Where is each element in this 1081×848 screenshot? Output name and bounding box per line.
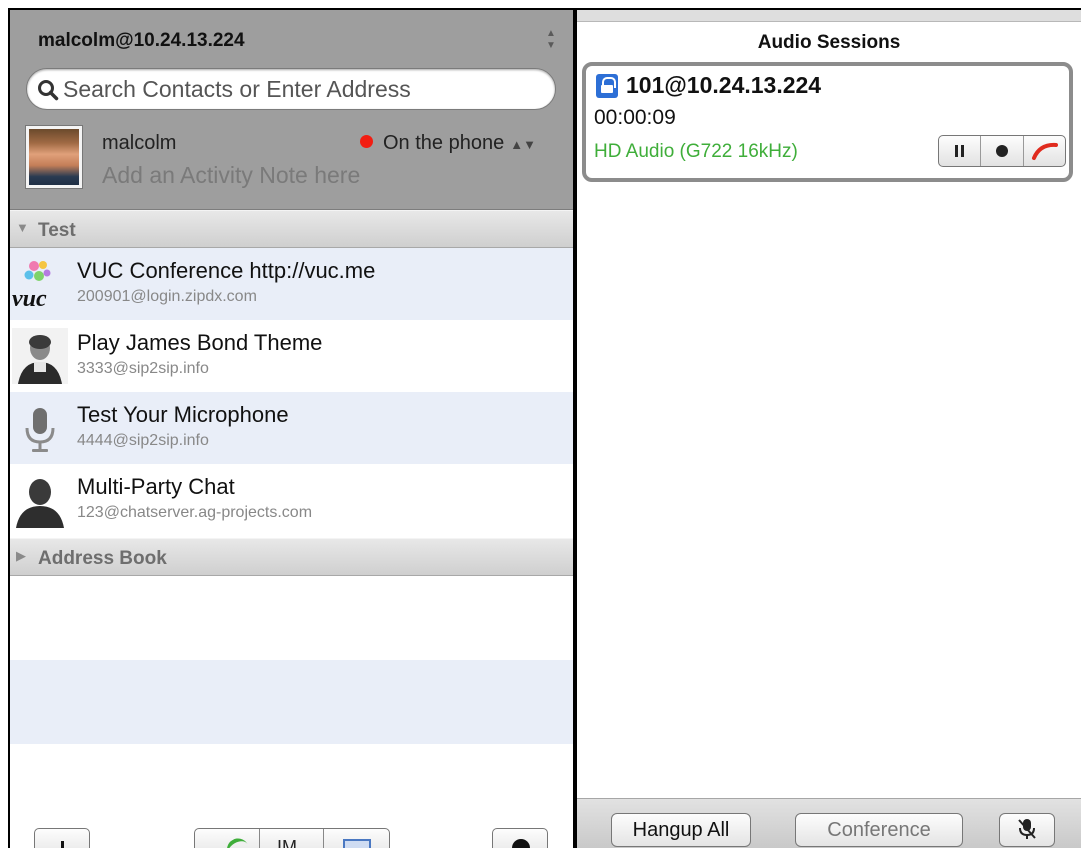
im-button-label[interactable]: IM <box>277 837 297 848</box>
contact-name: Play James Bond Theme <box>77 330 323 355</box>
presence-label: On the phone <box>383 132 505 154</box>
contact-row[interactable]: vuc VUC Conference http://vuc.me 200901@… <box>10 248 573 320</box>
my-username: malcolm <box>102 132 177 154</box>
contact-name: VUC Conference http://vuc.me <box>77 258 376 283</box>
person-photo-icon <box>12 328 68 384</box>
contact-row[interactable]: Multi-Party Chat 123@chatserver.ag-proje… <box>10 464 573 536</box>
avatar[interactable] <box>26 126 82 188</box>
segment-divider <box>259 829 260 848</box>
contact-row[interactable]: Test Your Microphone 4444@sip2sip.info <box>10 392 573 464</box>
session-address: 101@10.24.13.224 <box>626 72 822 98</box>
pane-top-edge <box>577 10 1081 22</box>
contact-address: 123@chatserver.ag-projects.com <box>77 504 313 521</box>
microphone-mute-icon <box>1018 819 1036 839</box>
contact-row[interactable]: Play James Bond Theme 3333@sip2sip.info <box>10 320 573 392</box>
empty-row <box>10 576 573 660</box>
contact-info-button[interactable] <box>492 828 548 848</box>
svg-text:vuc: vuc <box>12 286 47 312</box>
session-controls <box>938 135 1066 167</box>
empty-row <box>10 660 573 744</box>
search-field[interactable] <box>26 68 556 110</box>
lock-icon <box>596 74 618 98</box>
audio-sessions-pane: Audio Sessions 101@10.24.13.224 00:00:09… <box>577 10 1081 848</box>
person-silhouette-icon <box>16 479 64 528</box>
group-header-address-book[interactable]: ▶ Address Book <box>10 538 573 576</box>
conference-button[interactable]: Conference <box>795 813 963 847</box>
person-icon <box>512 839 530 848</box>
contact-actions-segmented[interactable]: IM <box>194 828 390 848</box>
add-contact-button[interactable] <box>34 828 90 848</box>
vuc-logo-icon: vuc <box>12 261 51 312</box>
contact-address: 200901@login.zipdx.com <box>77 288 257 305</box>
sessions-toolbar: Hangup All Conference <box>577 798 1081 848</box>
disclosure-expanded-icon[interactable]: ▼ <box>16 220 29 235</box>
account-stepper-icon[interactable]: ▲ ▼ <box>544 28 558 56</box>
account-selector[interactable]: malcolm@10.24.13.224 <box>38 30 245 52</box>
hangup-all-button[interactable]: Hangup All <box>611 813 751 847</box>
audio-sessions-title: Audio Sessions <box>757 32 901 53</box>
account-header: malcolm@10.24.13.224 ▲▼ malcolm Add an A… <box>10 10 573 210</box>
session-codec: HD Audio (G722 16kHz) <box>594 141 798 162</box>
contact-name: Multi-Party Chat <box>77 474 235 499</box>
contact-name: Test Your Microphone <box>77 402 289 427</box>
activity-note-field[interactable]: Add an Activity Note here <box>102 162 360 189</box>
hangup-icon <box>1031 142 1058 160</box>
presence-dot-icon <box>360 135 373 148</box>
hold-button[interactable] <box>939 136 982 166</box>
disclosure-collapsed-icon[interactable]: ▶ <box>16 548 26 564</box>
segment-divider <box>323 829 324 848</box>
search-input[interactable] <box>61 73 541 105</box>
audio-session-card[interactable]: 101@10.24.13.224 00:00:09 HD Audio (G722… <box>582 62 1073 182</box>
search-icon <box>38 80 59 101</box>
screen-share-icon[interactable] <box>343 839 371 848</box>
group-name: Address Book <box>38 548 167 569</box>
contact-address: 3333@sip2sip.info <box>77 360 209 377</box>
session-duration: 00:00:09 <box>594 106 676 129</box>
microphone-icon <box>25 408 55 452</box>
group-header-test[interactable]: ▼ Test <box>10 210 573 248</box>
presence-selector[interactable]: On the phone ▲▼ <box>360 132 536 155</box>
presence-stepper-icon: ▲▼ <box>510 137 536 152</box>
plus-icon <box>61 841 64 848</box>
record-button[interactable] <box>981 136 1024 166</box>
contact-address: 4444@sip2sip.info <box>77 432 209 449</box>
hangup-button[interactable] <box>1024 136 1065 166</box>
mute-button[interactable] <box>999 813 1055 847</box>
group-name: Test <box>38 220 76 241</box>
contacts-pane: malcolm@10.24.13.224 ▲▼ malcolm Add an A… <box>10 10 573 848</box>
call-icon[interactable] <box>222 834 250 848</box>
